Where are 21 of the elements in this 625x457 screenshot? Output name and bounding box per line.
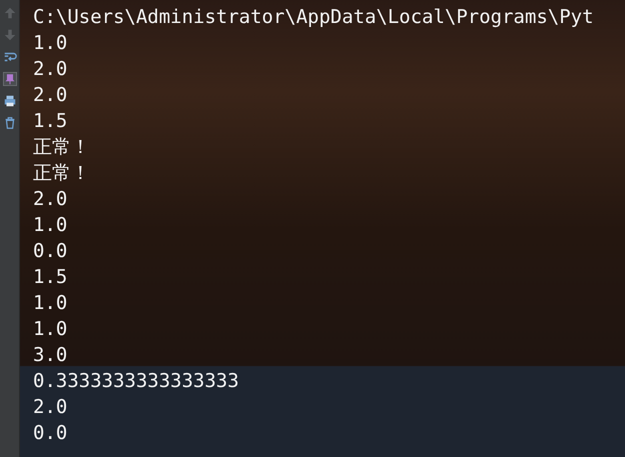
console-line: 0.3333333333333333 <box>33 369 240 394</box>
console-line: 正常！ <box>33 135 91 160</box>
console-line: C:\Users\Administrator\AppData\Local\Programs\Pyt <box>33 5 595 30</box>
console-line: 1.5 <box>33 109 68 134</box>
print-icon[interactable] <box>2 94 16 108</box>
trash-icon[interactable] <box>2 116 16 130</box>
console-line: 0.0 <box>33 421 68 446</box>
console-line: 2.0 <box>33 57 68 82</box>
soft-wrap-icon[interactable] <box>2 50 16 64</box>
console-line: 正常！ <box>33 161 91 186</box>
pin-icon[interactable] <box>2 72 16 86</box>
console-line: 0.0 <box>33 239 68 264</box>
console-line: 2.0 <box>33 187 68 212</box>
console-line: 1.0 <box>33 317 68 342</box>
console-line: 2.0 <box>33 83 68 108</box>
console-line: 3.0 <box>33 343 68 368</box>
console-line: 1.0 <box>33 31 68 56</box>
console-line: 2.0 <box>33 395 68 420</box>
console-line: 1.0 <box>33 291 68 316</box>
console-line: 1.0 <box>33 213 68 238</box>
console-line: 1.5 <box>33 265 68 290</box>
